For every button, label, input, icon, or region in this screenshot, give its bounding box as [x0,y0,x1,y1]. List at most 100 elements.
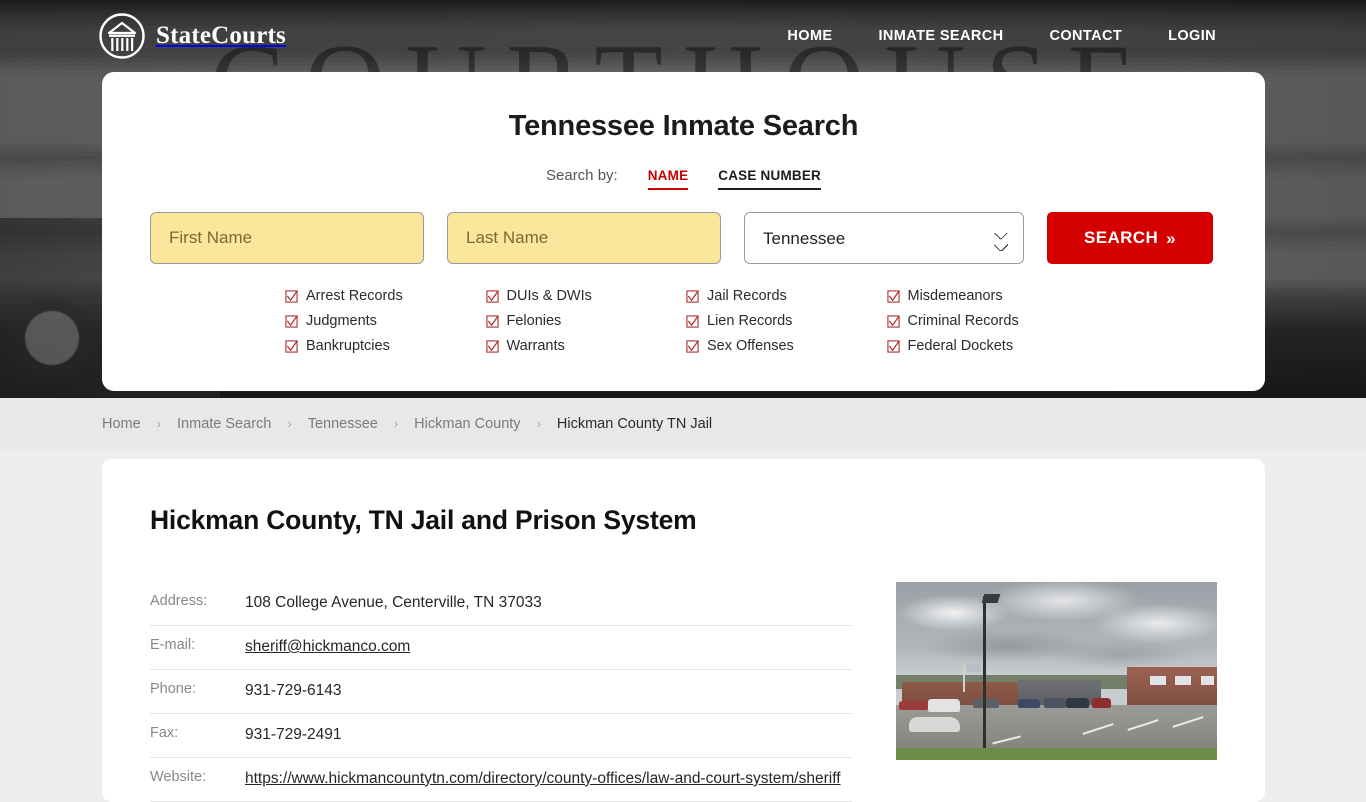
double-chevron-right-icon: » [1166,228,1177,248]
info-label: Address: [150,593,208,609]
photo-grass [896,747,1217,760]
checked-box-icon [686,339,699,353]
photo-car [1017,699,1041,709]
table-row: Address: 108 College Avenue, Centerville… [150,582,852,626]
record-type-label: Warrants [506,338,565,354]
table-row: Phone: 931-729-6143 [150,669,852,714]
table-row: Website: https://www.hickmancountytn.com… [150,757,852,802]
photo-car [928,699,961,712]
record-type-label: Misdemeanors [907,288,1003,304]
record-type-label: Bankruptcies [306,338,390,354]
breadcrumb-item-tennessee[interactable]: Tennessee [308,416,378,432]
main-nav: HOME INMATE SEARCH CONTACT LOGIN [787,28,1216,44]
search-by-row: Search by: NAME CASE NUMBER [150,167,1217,190]
record-type-item[interactable]: Arrest Records [285,288,486,304]
search-form-row: Tennessee SEARCH » [150,212,1217,264]
photo-car [908,717,961,732]
record-type-item[interactable]: Misdemeanors [886,288,1088,304]
checked-box-icon [285,314,298,328]
info-label: Fax: [150,724,179,741]
checked-box-icon [285,339,298,353]
facility-info-table: Address: 108 College Avenue, Centerville… [150,582,852,802]
page-title: Hickman County, TN Jail and Prison Syste… [150,505,697,535]
photo-window [1175,676,1192,686]
record-type-label: Felonies [506,313,562,329]
record-type-item[interactable]: Lien Records [686,313,887,329]
record-type-label: Lien Records [707,313,793,329]
search-card-title: Tennessee Inmate Search [508,110,859,142]
breadcrumb-item-home[interactable]: Home [102,416,141,432]
first-name-input[interactable] [150,212,424,264]
checked-box-icon [485,339,499,353]
record-type-label: Jail Records [707,288,787,304]
record-type-item[interactable]: DUIs & DWIs [485,288,687,304]
record-type-item[interactable]: Felonies [485,313,687,329]
photo-window [1149,676,1166,686]
hero-banner: COURTHOUSE StateCourts HOME INMATE SEARC… [0,0,1366,398]
record-type-item[interactable]: Jail Records [686,288,887,304]
record-type-item[interactable]: Sex Offenses [686,338,887,354]
checked-box-icon [886,314,900,328]
record-type-label: Criminal Records [907,313,1019,329]
record-type-label: DUIs & DWIs [506,288,592,304]
checked-box-icon [886,289,900,303]
record-type-item[interactable]: Judgments [285,313,486,329]
nav-item-contact[interactable]: CONTACT [1049,28,1122,44]
table-row: Fax: 931-729-2491 [150,713,852,758]
search-submit-button[interactable]: SEARCH » [1047,212,1213,264]
facility-detail-card: Hickman County, TN Jail and Prison Syste… [102,459,1265,802]
email-link[interactable]: sheriff@hickmanco.com [245,638,410,655]
brand-name-text: StateCourts [156,22,286,49]
breadcrumb: Home › Inmate Search › Tennessee › Hickm… [0,398,1366,449]
photo-lamp-head [981,594,1001,604]
photo-car [1043,697,1067,709]
nav-item-login[interactable]: LOGIN [1168,28,1216,44]
record-type-item[interactable]: Bankruptcies [285,338,486,354]
tab-search-by-name[interactable]: NAME [647,168,689,190]
search-button-label: SEARCH [1083,228,1159,247]
chevron-right-icon: › [393,416,399,431]
chevron-right-icon: › [287,416,292,431]
info-value-email: sheriff@hickmanco.com [245,625,852,669]
info-label: Website: [150,768,207,785]
photo-car [1091,697,1112,709]
photo-flagpole [963,663,966,693]
nav-item-home[interactable]: HOME [787,28,832,44]
record-type-item[interactable]: Warrants [485,338,687,354]
website-link[interactable]: https://www.hickmancountytn.com/director… [245,770,841,787]
tab-search-by-case-number[interactable]: CASE NUMBER [718,168,821,190]
checked-box-icon [485,314,499,328]
last-name-input[interactable] [447,212,721,264]
photo-window [1200,676,1214,686]
facility-info-wrapper: Address: 108 College Avenue, Centerville… [150,582,1217,802]
table-row: E-mail: sheriff@hickmanco.com [150,625,852,670]
info-value-phone: 931-729-6143 [245,681,342,699]
record-type-checklist: Arrest Records DUIs & DWIs Jail Records … [150,288,1217,354]
checked-box-icon [686,314,699,328]
photo-light-pole [982,596,986,750]
info-label: Phone: [150,680,196,697]
record-type-item[interactable]: Federal Dockets [886,338,1088,354]
info-label: E-mail: [150,636,196,653]
facility-photo [896,582,1217,760]
photo-flag [966,663,981,672]
checked-box-icon [686,289,699,303]
state-select[interactable]: Tennessee [744,212,1024,264]
info-value-fax: 931-729-2491 [245,725,342,743]
breadcrumb-item-inmate-search[interactable]: Inmate Search [177,416,271,432]
info-value-website: https://www.hickmancountytn.com/director… [245,757,852,801]
top-navigation-bar: StateCourts HOME INMATE SEARCH CONTACT L… [0,0,1366,72]
inmate-search-card: Tennessee Inmate Search Search by: NAME … [102,72,1265,391]
info-value-address: 108 College Avenue, Centerville, TN 3703… [245,594,542,611]
courthouse-circle-logo-icon [99,13,145,59]
record-type-label: Sex Offenses [707,338,794,354]
chevron-right-icon: › [536,416,541,431]
breadcrumb-item-current: Hickman County TN Jail [556,415,713,432]
search-by-label: Search by: [546,167,618,184]
nav-item-inmate-search[interactable]: INMATE SEARCH [879,28,1004,44]
record-type-label: Arrest Records [306,288,403,304]
brand-logo-link[interactable]: StateCourts [98,12,286,60]
record-type-item[interactable]: Criminal Records [886,313,1088,329]
breadcrumb-item-hickman-county[interactable]: Hickman County [414,416,520,432]
chevron-right-icon: › [156,416,162,431]
